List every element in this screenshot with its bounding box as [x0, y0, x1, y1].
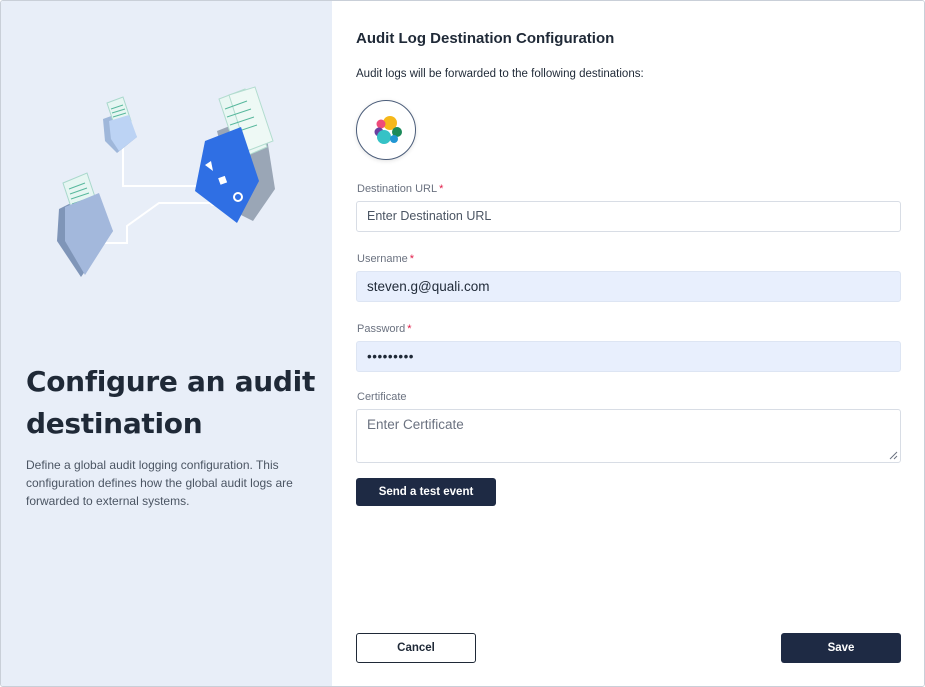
destination-option-elastic[interactable]: [356, 100, 416, 160]
cancel-button[interactable]: Cancel: [356, 633, 476, 663]
password-input[interactable]: •••••••••: [356, 341, 901, 372]
destination-url-label: Destination URL *: [357, 183, 444, 195]
configuration-form: Audit Log Destination Configuration Audi…: [332, 1, 924, 686]
folders-illustration: [57, 86, 275, 277]
page-title: Configure an audit destination: [26, 365, 316, 440]
save-button[interactable]: Save: [781, 633, 901, 663]
dialog-window: Configure an audit destination Define a …: [0, 0, 925, 687]
form-heading: Audit Log Destination Configuration: [356, 30, 615, 47]
page-description: Define a global audit logging configurat…: [26, 458, 293, 508]
elastic-logo-icon: [374, 116, 402, 144]
certificate-label: Certificate: [357, 391, 407, 403]
username-label: Username *: [357, 253, 415, 265]
form-subtext: Audit logs will be forwarded to the foll…: [356, 68, 644, 80]
send-test-event-button[interactable]: Send a test event: [356, 478, 496, 506]
password-label: Password *: [357, 323, 412, 335]
resize-grip-icon[interactable]: [889, 451, 898, 460]
left-info-panel: Configure an audit destination Define a …: [1, 1, 332, 686]
certificate-textarea[interactable]: Enter Certificate: [356, 409, 901, 463]
destination-url-input[interactable]: Enter Destination URL: [356, 201, 901, 232]
certificate-placeholder: Enter Certificate: [367, 417, 464, 432]
username-input[interactable]: steven.g@quali.com: [356, 271, 901, 302]
